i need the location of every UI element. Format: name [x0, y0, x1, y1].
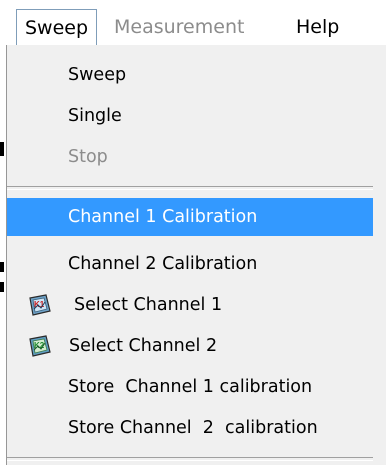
menu-item-label: Store Channel 1 calibration [68, 377, 313, 397]
edge-mark [0, 282, 4, 292]
menu-item-store-channel-2-calibration[interactable]: Store Channel 2 calibration [7, 410, 373, 446]
menu-item-select-channel-1[interactable]: K1 Select Channel 1 [7, 287, 373, 323]
menu-item-label: Select Channel 2 [69, 336, 218, 356]
menu-item-store-channel-1-calibration[interactable]: Store Channel 1 calibration [7, 369, 373, 405]
menu-item-label: Stop [68, 147, 108, 167]
menu-item-select-channel-2[interactable]: K2 Select Channel 2 [7, 328, 373, 364]
menu-separator [7, 186, 373, 190]
menu-item-single[interactable]: Single [7, 98, 373, 134]
menu-item-channel-2-calibration[interactable]: Channel 2 Calibration [7, 246, 373, 282]
menu-item-label: Channel 2 Calibration [68, 254, 258, 274]
menu-item-label: Sweep [68, 65, 127, 85]
menu-item-label: Select Channel 1 [74, 295, 223, 315]
menu-item-stop[interactable]: Stop [7, 139, 373, 175]
menu-item-label: Channel 1 Calibration [68, 207, 258, 227]
channel-2-icon: K2 [28, 334, 52, 358]
edge-mark [0, 262, 4, 272]
menu-item-label: Single [68, 106, 122, 126]
menu-help[interactable]: Help [288, 9, 347, 45]
menu-sweep[interactable]: Sweep [16, 9, 98, 46]
menu-bar: Sweep Measurement Help [0, 0, 386, 46]
menu-separator [7, 457, 373, 461]
menu-measurement[interactable]: Measurement [106, 9, 252, 45]
menu-item-channel-1-calibration[interactable]: Channel 1 Calibration [7, 198, 373, 236]
edge-mark [0, 142, 4, 156]
sweep-dropdown-menu: Sweep Single Stop Channel 1 Calibration … [6, 45, 386, 465]
channel-1-icon: K1 [28, 293, 52, 317]
menu-item-label: Store Channel 2 calibration [68, 418, 318, 438]
menu-item-sweep[interactable]: Sweep [7, 57, 373, 93]
